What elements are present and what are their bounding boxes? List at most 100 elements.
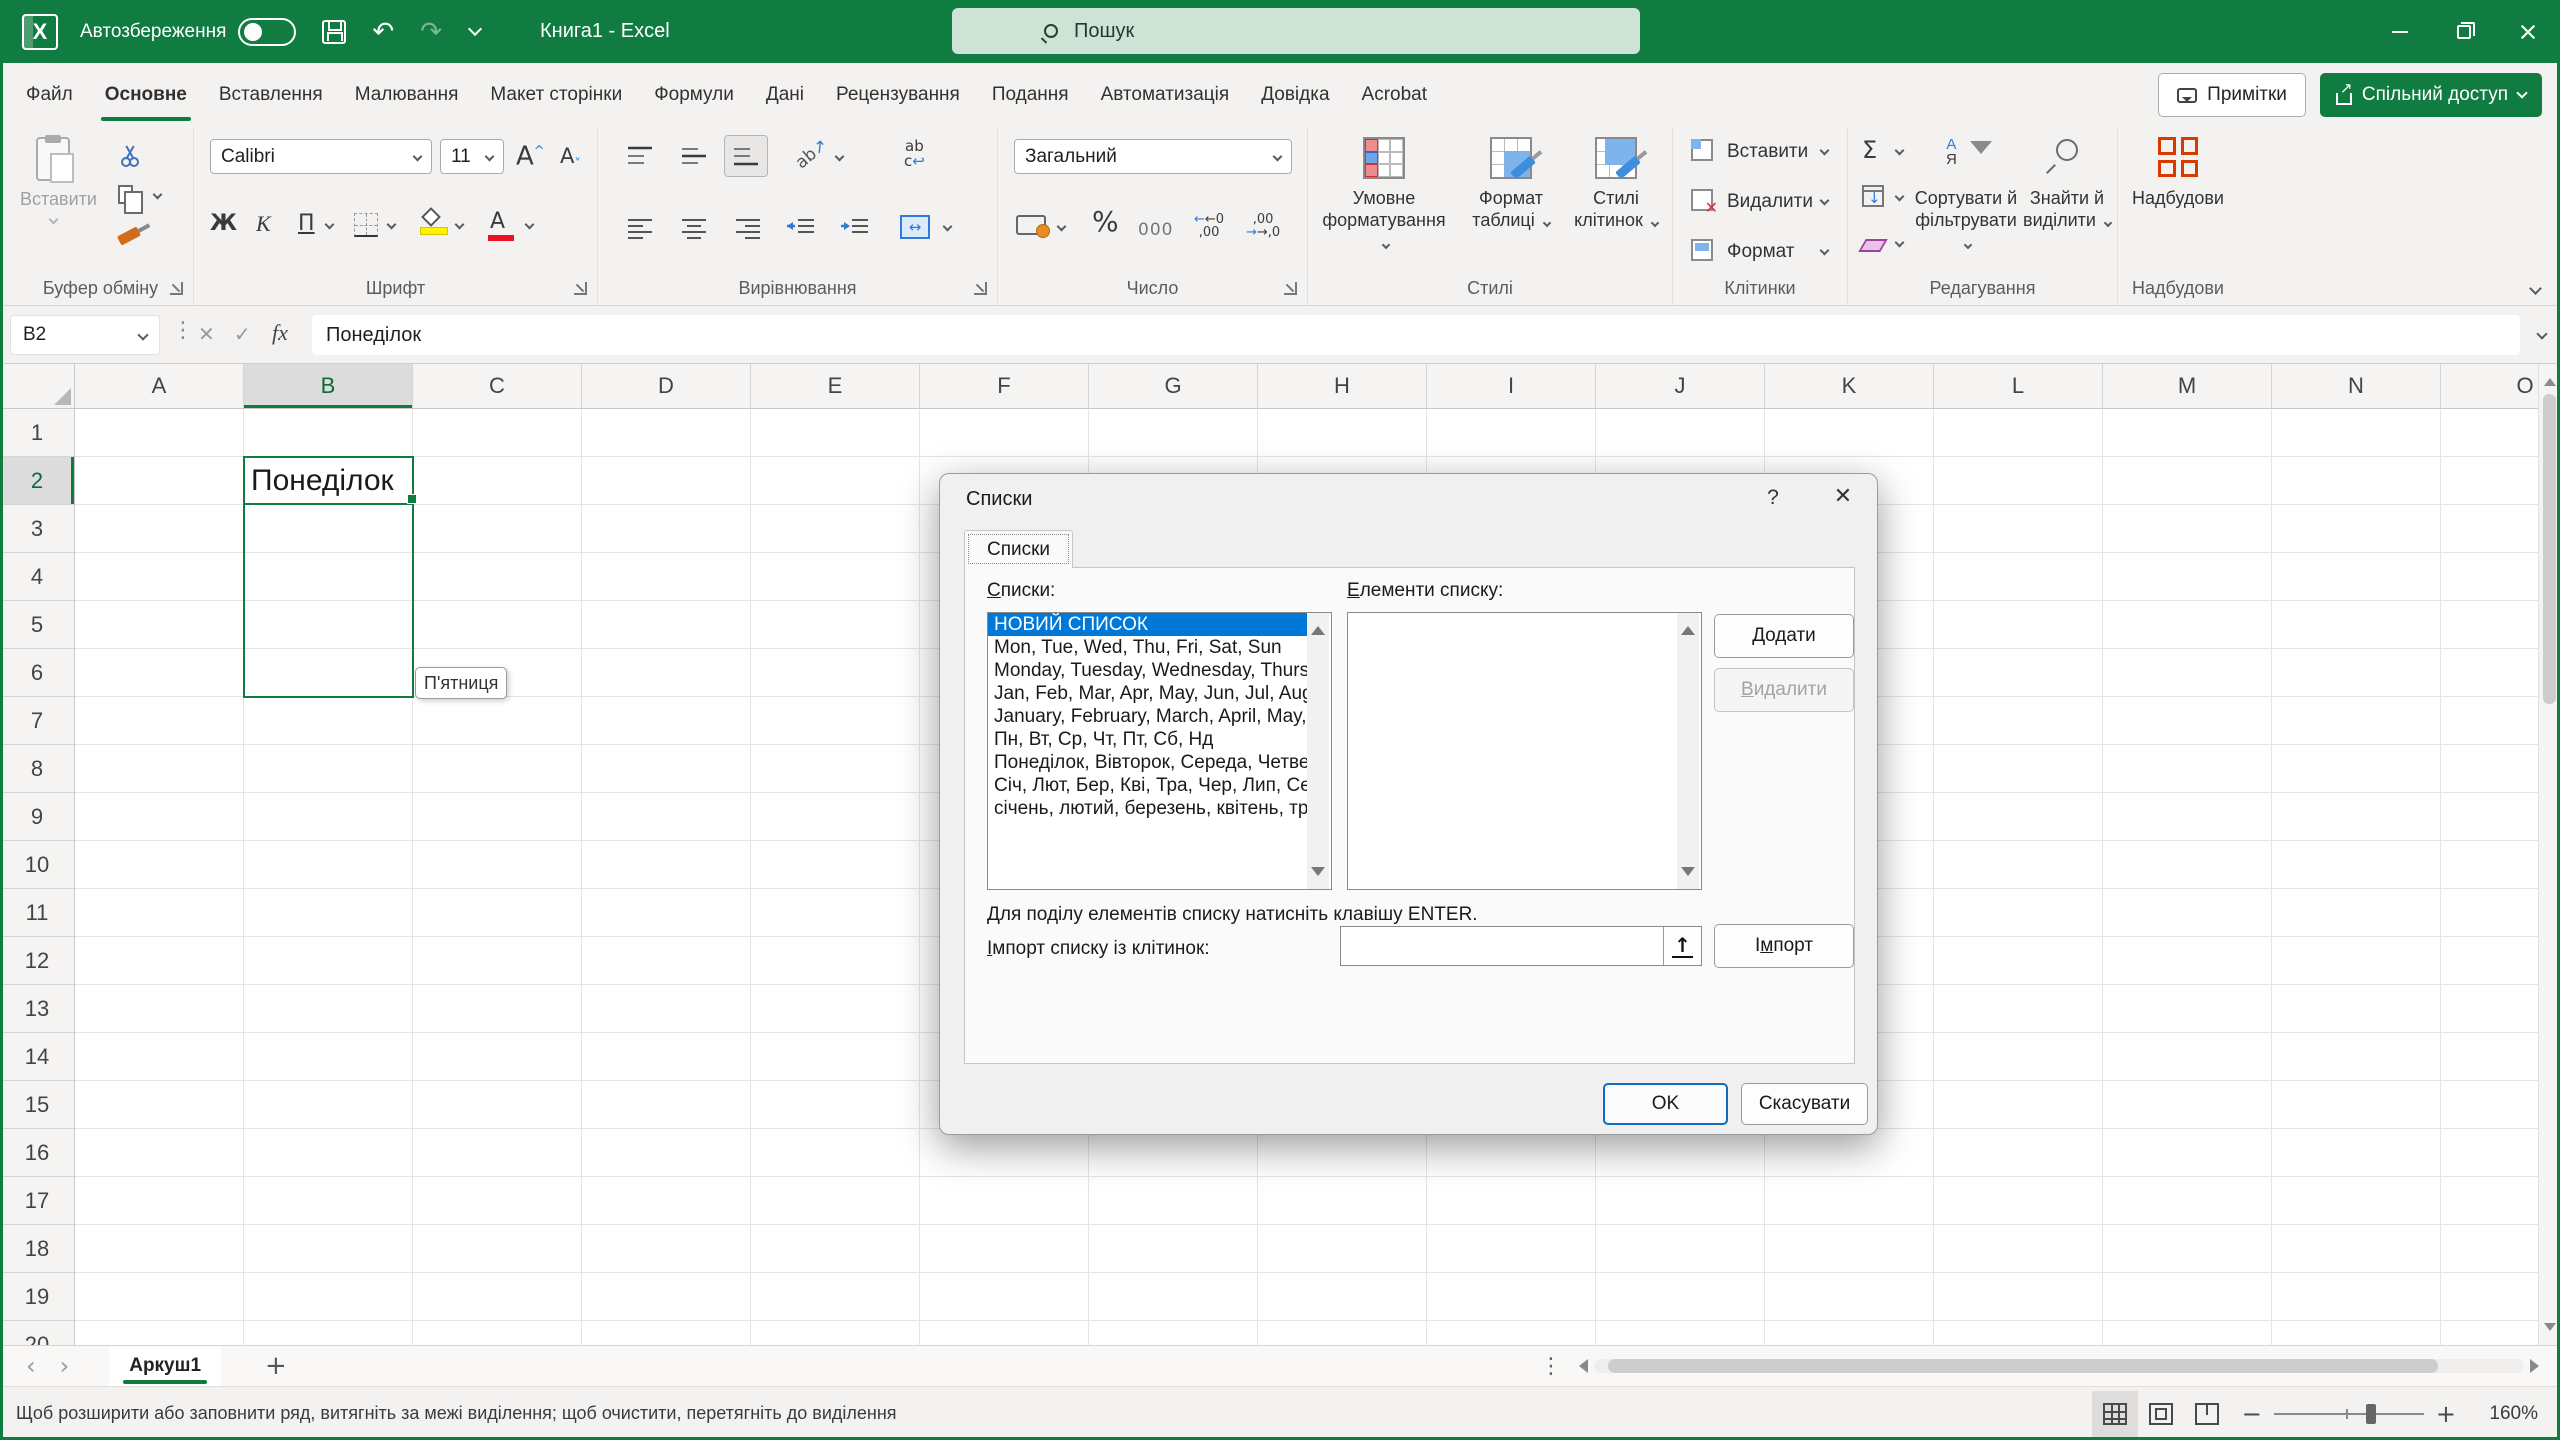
percent-style-button[interactable]: %	[1092, 211, 1119, 233]
share-button[interactable]: Спільний доступ	[2320, 73, 2542, 117]
scroll-up-icon[interactable]	[2544, 372, 2556, 386]
dialog-close-button[interactable]: ✕	[1826, 484, 1860, 509]
column-header-A[interactable]: A	[75, 364, 244, 409]
autosum-button[interactable]: Σ	[1862, 139, 1877, 161]
zoom-thumb[interactable]	[2366, 1404, 2376, 1424]
format-painter-button[interactable]	[117, 226, 141, 245]
column-header-F[interactable]: F	[920, 364, 1089, 409]
column-header-M[interactable]: M	[2103, 364, 2272, 409]
font-size-combo[interactable]: 11	[440, 139, 504, 174]
import-button[interactable]: Імпорт	[1714, 924, 1854, 968]
new-sheet-button[interactable]: +	[265, 1351, 287, 1381]
ribbon-tab-основне[interactable]: Основне	[89, 63, 203, 127]
increase-decimal-button[interactable]: ←←0,00	[1194, 213, 1224, 239]
next-sheet-button[interactable]: ›	[60, 1352, 70, 1380]
fill-chevron-icon[interactable]	[1895, 192, 1905, 202]
page-break-view-button[interactable]	[2184, 1391, 2230, 1437]
custom-list-item[interactable]: НОВИЙ СПИСОК	[988, 613, 1307, 636]
alignment-dialog-launcher[interactable]	[974, 282, 987, 295]
row-header-18[interactable]: 18	[0, 1225, 74, 1273]
horizontal-scrollbar[interactable]	[1572, 1355, 2546, 1377]
clipboard-dialog-launcher[interactable]	[170, 282, 183, 295]
ribbon-tab-вставлення[interactable]: Вставлення	[203, 63, 339, 127]
paste-button[interactable]: Вставити	[20, 137, 86, 257]
column-header-D[interactable]: D	[582, 364, 751, 409]
row-header-13[interactable]: 13	[0, 985, 74, 1033]
ribbon-tab-малювання[interactable]: Малювання	[339, 63, 475, 127]
custom-lists-listbox[interactable]: НОВИЙ СПИСОКMon, Tue, Wed, Thu, Fri, Sat…	[987, 612, 1332, 890]
ok-button[interactable]: OK	[1603, 1083, 1728, 1125]
italic-button[interactable]: К	[256, 213, 271, 235]
currency-format-button[interactable]	[1016, 215, 1046, 235]
insert-chevron-icon[interactable]	[1820, 146, 1830, 156]
cut-button[interactable]	[120, 145, 140, 165]
confirm-entry-button[interactable]: ✓	[234, 322, 251, 346]
undo-button[interactable]: ↶	[372, 19, 394, 45]
delete-cells-button[interactable]: Видалити	[1727, 191, 1813, 213]
column-header-O[interactable]: O	[2441, 364, 2538, 409]
collapse-ribbon-chevron-icon[interactable]	[2529, 282, 2542, 295]
delete-chevron-icon[interactable]	[1820, 196, 1830, 206]
formula-input[interactable]: Понеділок	[312, 315, 2520, 355]
column-header-L[interactable]: L	[1934, 364, 2103, 409]
autosave-toggle[interactable]	[238, 18, 296, 46]
decrease-decimal-button[interactable]: ,00→→,0	[1246, 213, 1280, 239]
row-header-20[interactable]: 20	[0, 1321, 74, 1345]
custom-list-item[interactable]: January, February, March, April, May, Ju…	[988, 705, 1307, 728]
page-layout-view-button[interactable]	[2138, 1391, 2184, 1437]
number-format-combo[interactable]: Загальний	[1014, 139, 1292, 174]
ribbon-tab-файл[interactable]: Файл	[10, 63, 89, 127]
column-header-J[interactable]: J	[1596, 364, 1765, 409]
normal-view-button[interactable]	[2092, 1391, 2138, 1437]
listbox2-scrollbar[interactable]	[1677, 613, 1699, 889]
copy-button[interactable]	[118, 185, 133, 204]
sort-filter-button[interactable]: АЯ Сортувати й фільтрувати	[1914, 137, 2018, 253]
wrap-text-button[interactable]: abc↩	[904, 139, 925, 169]
fill-button[interactable]	[1862, 185, 1884, 207]
row-header-12[interactable]: 12	[0, 937, 74, 985]
column-header-E[interactable]: E	[751, 364, 920, 409]
cancel-entry-button[interactable]: ✕	[198, 322, 215, 346]
ribbon-tab-подання[interactable]: Подання	[976, 63, 1085, 127]
cell-styles-button[interactable]: Стилі клітинок	[1566, 137, 1666, 231]
underline-button[interactable]: П	[298, 213, 315, 235]
find-select-button[interactable]: Знайти й виділити	[2020, 137, 2114, 231]
ribbon-tab-довідка[interactable]: Довідка	[1245, 63, 1345, 127]
row-header-15[interactable]: 15	[0, 1081, 74, 1129]
row-header-1[interactable]: 1	[0, 409, 74, 457]
quick-access-toolbar-chevron-icon[interactable]	[468, 21, 482, 35]
orientation-chevron-icon[interactable]	[835, 152, 845, 162]
column-header-C[interactable]: C	[413, 364, 582, 409]
increase-font-button[interactable]: A^	[516, 141, 545, 168]
select-all-corner[interactable]	[0, 364, 75, 409]
insert-function-button[interactable]: fx	[272, 320, 288, 346]
conditional-formatting-button[interactable]: Умовне форматування	[1316, 137, 1452, 253]
fill-color-button[interactable]	[420, 209, 446, 235]
row-header-14[interactable]: 14	[0, 1033, 74, 1081]
redo-button[interactable]: ↷	[420, 19, 442, 45]
zoom-level[interactable]: 160%	[2482, 1403, 2538, 1425]
format-chevron-icon[interactable]	[1820, 246, 1830, 256]
column-header-B[interactable]: B	[244, 364, 413, 409]
ribbon-tab-макет сторінки[interactable]: Макет сторінки	[474, 63, 638, 127]
zoom-out-button[interactable]: −	[2242, 1400, 2262, 1428]
format-as-table-button[interactable]: Формат таблиці	[1458, 137, 1564, 231]
excel-app-icon[interactable]: X	[22, 14, 58, 50]
align-right-icon[interactable]	[734, 217, 762, 241]
comma-style-button[interactable]: 000	[1138, 219, 1173, 241]
tab-splitter-icon[interactable]: ⋮	[1540, 1354, 1562, 1379]
row-header-3[interactable]: 3	[0, 505, 74, 553]
font-color-button[interactable]: A	[490, 211, 505, 233]
prev-sheet-button[interactable]: ‹	[26, 1352, 36, 1380]
column-header-H[interactable]: H	[1258, 364, 1427, 409]
sheet-tab-active[interactable]: Аркуш1	[109, 1346, 221, 1386]
vertical-scrollbar[interactable]	[2538, 364, 2560, 1345]
column-header-G[interactable]: G	[1089, 364, 1258, 409]
row-header-5[interactable]: 5	[0, 601, 74, 649]
custom-list-item[interactable]: Січ, Лют, Бер, Кві, Тра, Чер, Лип, Сер, …	[988, 774, 1307, 797]
align-middle-icon[interactable]	[680, 145, 708, 169]
row-header-19[interactable]: 19	[0, 1273, 74, 1321]
align-center-icon[interactable]	[680, 217, 708, 241]
ribbon-tab-дані[interactable]: Дані	[750, 63, 820, 127]
clear-button[interactable]	[1858, 239, 1888, 252]
